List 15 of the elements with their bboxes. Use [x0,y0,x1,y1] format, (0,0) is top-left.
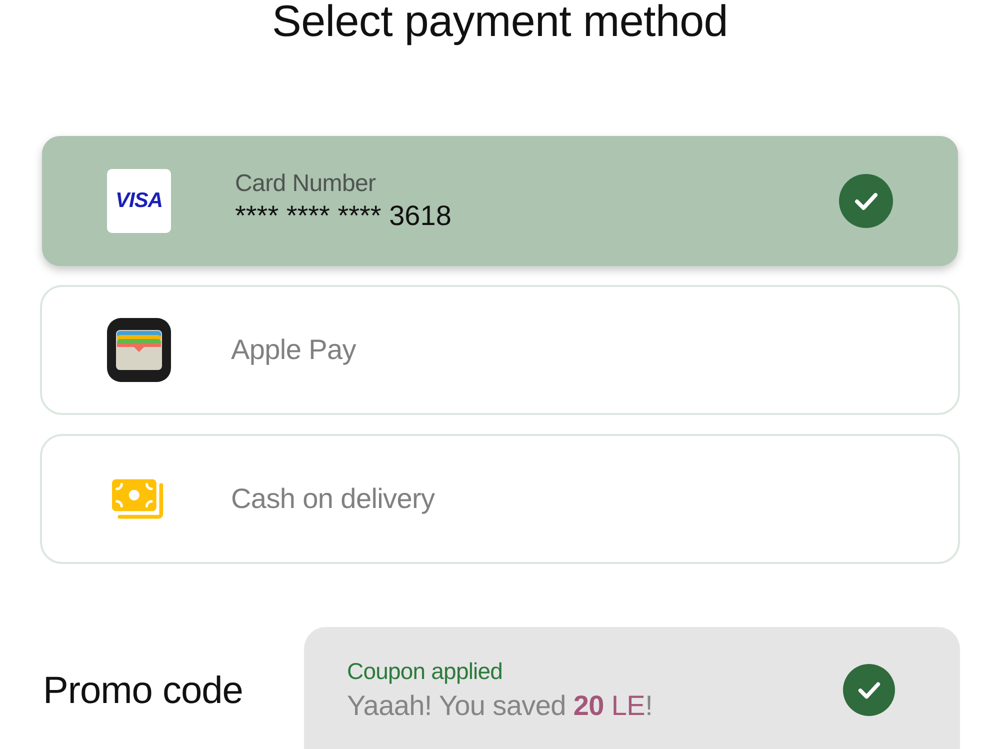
card-brand-logo: VISA [107,169,171,233]
payment-option-card[interactable]: Cash on delivery [40,434,960,564]
payment-option-card[interactable]: VISA Card Number **** **** **** 3618 [42,136,958,266]
page-title: Select payment method [271,0,729,47]
wallet-icon [107,318,171,382]
promo-code-label: Promo code [43,669,243,713]
option-label: Cash on delivery [231,482,435,516]
card-number: **** **** **** 3618 [235,199,452,233]
option-label: Apple Pay [231,333,356,367]
cash-icon [112,478,166,520]
payment-option-card[interactable]: Apple Pay [40,285,960,415]
savings-message: Yaaah! You saved 20 LE! [347,689,653,723]
check-icon [839,174,893,228]
option-label: Card Number [235,169,377,199]
coupon-status: Coupon applied [347,657,504,685]
